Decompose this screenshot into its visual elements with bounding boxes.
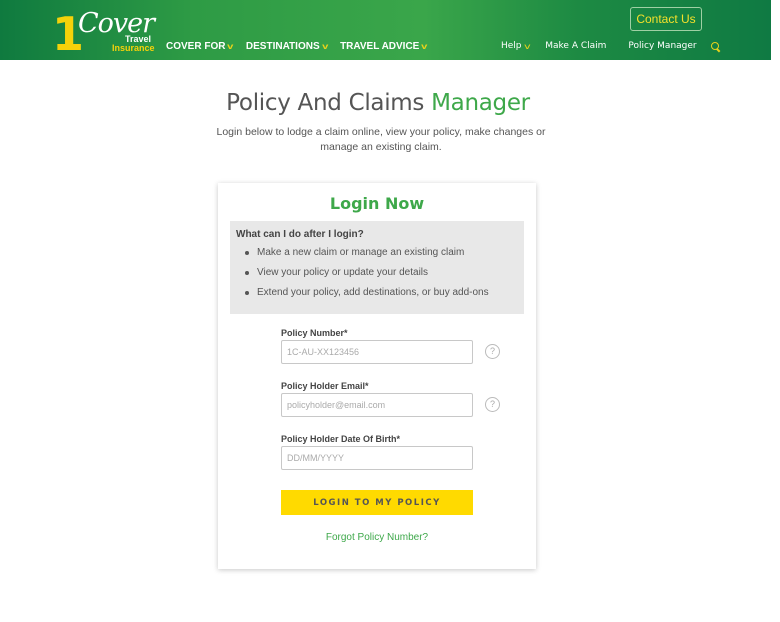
help-icon[interactable]: ? [485, 397, 500, 412]
page-title: Policy And Claims Manager [0, 90, 756, 116]
chevron-down-icon: v [227, 42, 234, 51]
site-header: 1 Cover Travel Insurance COVER FOR v DES… [0, 0, 771, 60]
info-box-title: What can I do after I login? [236, 229, 364, 240]
secondary-nav: Help v Make A Claim Policy Manager [501, 41, 720, 51]
login-card: Login Now What can I do after I login? M… [218, 183, 536, 569]
nav-label: Help [501, 41, 522, 51]
main-nav: COVER FOR v DESTINATIONS v TRAVEL ADVICE… [166, 41, 428, 52]
page-subtitle: Login below to lodge a claim online, vie… [216, 126, 546, 153]
list-item: Extend your policy, add destinations, or… [236, 285, 518, 305]
info-box: What can I do after I login? Make a new … [230, 221, 524, 314]
dob-input[interactable] [281, 446, 473, 470]
page-title-accent: Manager [431, 90, 530, 116]
policy-number-input[interactable] [281, 340, 473, 364]
contact-us-button[interactable]: Contact Us [630, 7, 702, 31]
email-input[interactable] [281, 393, 473, 417]
email-label: Policy Holder Email* [281, 381, 369, 391]
nav-cover-for[interactable]: COVER FOR v [166, 41, 234, 52]
nav-destinations[interactable]: DESTINATIONS v [245, 41, 328, 52]
login-card-title: Login Now [329, 194, 425, 213]
dob-label: Policy Holder Date Of Birth* [281, 434, 401, 444]
nav-policy-manager[interactable]: Policy Manager [628, 41, 696, 51]
policy-number-label: Policy Number* [281, 328, 348, 338]
nav-make-a-claim[interactable]: Make A Claim [545, 41, 606, 51]
list-item: View your policy or update your details [236, 265, 518, 285]
page-title-main: Policy And Claims [226, 90, 432, 116]
logo-insurance: Insurance [112, 43, 155, 53]
list-item: Make a new claim or manage an existing c… [236, 245, 518, 265]
info-list: Make a new claim or manage an existing c… [236, 245, 518, 305]
logo[interactable]: 1 Cover Travel Insurance [52, 8, 155, 58]
help-icon[interactable]: ? [485, 344, 500, 359]
chevron-down-icon: v [321, 42, 328, 51]
login-button[interactable]: LOGIN TO MY POLICY [281, 490, 473, 515]
nav-label: DESTINATIONS [245, 41, 320, 52]
nav-label: COVER FOR [166, 41, 226, 52]
nav-help[interactable]: Help v [501, 41, 531, 51]
forgot-policy-number-link[interactable]: Forgot Policy Number? [281, 532, 473, 543]
search-icon[interactable] [710, 41, 720, 51]
nav-label: TRAVEL ADVICE [340, 41, 420, 52]
chevron-down-icon: v [421, 42, 428, 51]
nav-travel-advice[interactable]: TRAVEL ADVICE v [340, 41, 428, 52]
chevron-down-icon: v [523, 41, 531, 51]
